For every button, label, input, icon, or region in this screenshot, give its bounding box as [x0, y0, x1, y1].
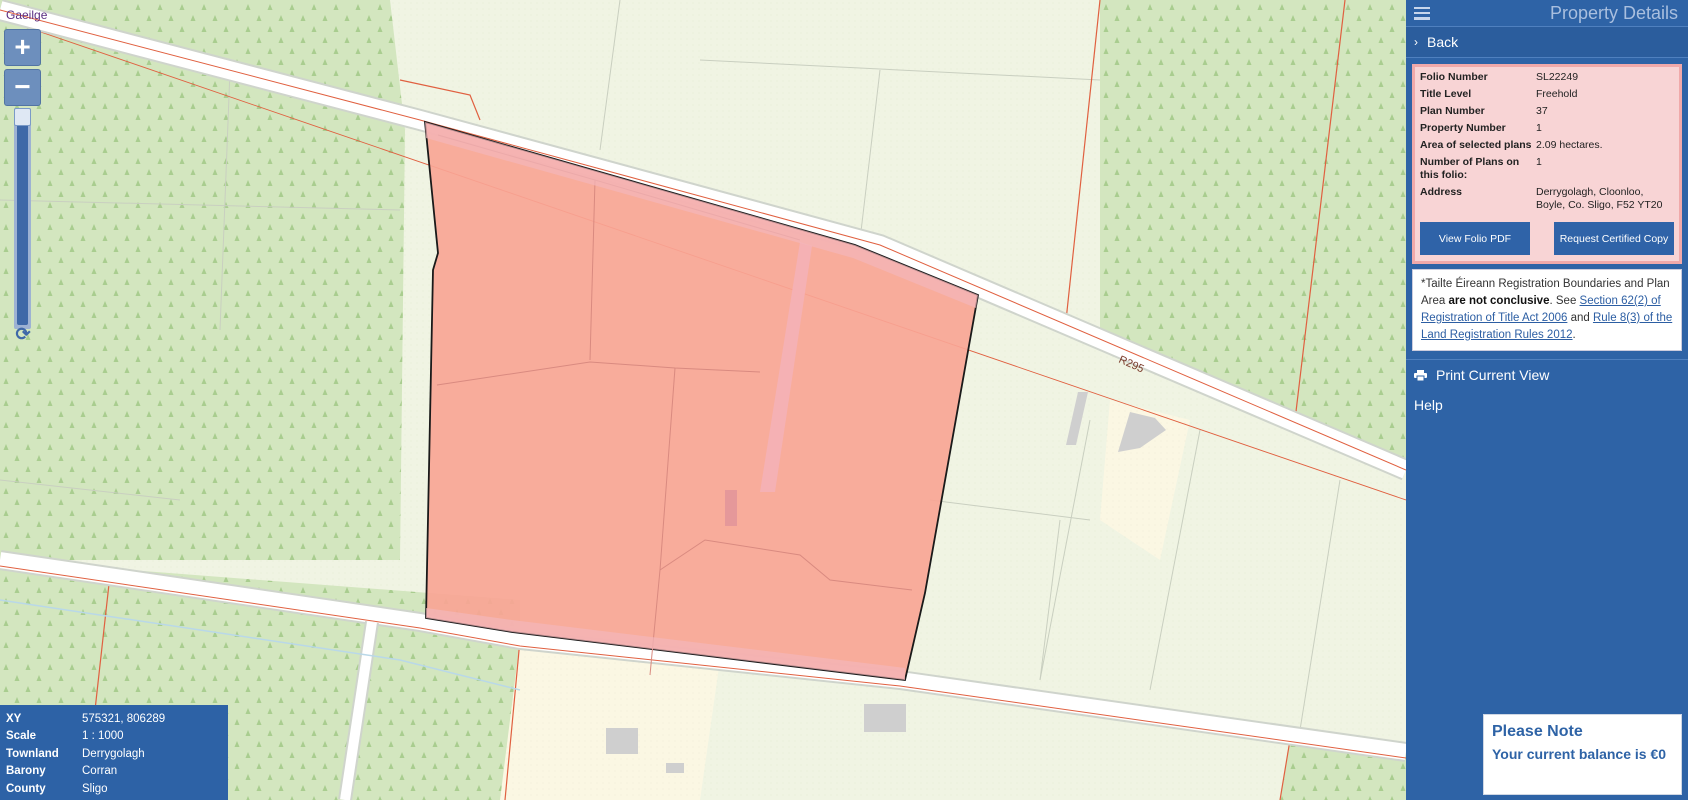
zoom-slider-track: [17, 112, 28, 325]
detail-key: Address: [1420, 186, 1463, 198]
info-row-townland: Townland Derrygolagh: [6, 745, 222, 763]
folio-details-card: Folio Number SL22249 Title Level Freehold …: [1412, 64, 1682, 264]
info-key: Barony: [6, 765, 46, 778]
detail-row: Address Derrygolagh, Cloonloo, Boyle, Co.…: [1420, 186, 1674, 212]
info-row-county: County Sligo: [6, 780, 222, 798]
zoom-control: + − ⟳: [4, 29, 41, 343]
zoom-slider[interactable]: [14, 108, 31, 329]
detail-key: Property Number: [1420, 122, 1506, 134]
detail-row: Property Number 1: [1420, 122, 1674, 135]
print-current-view-button[interactable]: Print Current View: [1406, 360, 1688, 390]
property-details-panel: Property Details › Back Folio Number SL22…: [1406, 0, 1688, 800]
detail-key: Folio Number: [1420, 71, 1488, 83]
detail-key: Title Level: [1420, 88, 1472, 100]
refresh-icon[interactable]: ⟳: [14, 325, 32, 343]
zoom-in-button[interactable]: +: [4, 29, 41, 66]
info-key: XY: [6, 712, 22, 725]
help-link[interactable]: Help: [1406, 390, 1688, 420]
coordinate-info-box: XY 575321, 806289 Scale 1 : 1000 Townland D…: [0, 705, 228, 800]
info-value: Sligo: [82, 782, 108, 795]
info-key: Townland: [6, 747, 59, 760]
help-label: Help: [1414, 397, 1443, 413]
info-value: Derrygolagh: [82, 747, 145, 760]
detail-value: 37: [1536, 105, 1548, 117]
info-row-scale: Scale 1 : 1000: [6, 728, 222, 746]
zoom-slider-handle[interactable]: [14, 108, 31, 126]
back-label: Back: [1427, 34, 1459, 50]
note-text: Your current balance is €0: [1492, 746, 1667, 762]
panel-header: Property Details: [1406, 0, 1688, 27]
detail-value: 1: [1536, 122, 1542, 134]
detail-key: Number of Plans on this folio:: [1420, 156, 1520, 181]
detail-key: Area of selected plans: [1420, 139, 1532, 151]
balance-note: Please Note Your current balance is €0: [1483, 714, 1682, 795]
info-row-xy: XY 575321, 806289: [6, 710, 222, 728]
panel-title: Property Details: [1549, 2, 1678, 23]
detail-value: 1: [1536, 156, 1542, 168]
info-row-barony: Barony Corran: [6, 763, 222, 781]
detail-value: Freehold: [1536, 88, 1578, 100]
detail-key: Plan Number: [1420, 105, 1485, 117]
info-value: 1 : 1000: [82, 730, 124, 743]
info-value: 575321, 806289: [82, 712, 166, 725]
disclaimer-text: and: [1567, 312, 1593, 324]
detail-row: Number of Plans on this folio: 1: [1420, 156, 1674, 182]
language-link[interactable]: Gaeilge: [6, 8, 47, 22]
card-buttons: View Folio PDF Request Certified Copy: [1420, 222, 1674, 255]
map-canvas[interactable]: R295: [0, 0, 1406, 800]
detail-row: Folio Number SL22249: [1420, 71, 1674, 84]
disclaimer-text: . See: [1549, 295, 1580, 307]
detail-row: Area of selected plans 2.09 hectares.: [1420, 139, 1674, 152]
print-label: Print Current View: [1436, 367, 1550, 383]
printer-icon: [1414, 369, 1427, 381]
info-key: County: [6, 782, 46, 795]
zoom-out-button[interactable]: −: [4, 69, 41, 106]
disclaimer-note: *Tailte Éireann Registration Boundaries …: [1412, 269, 1682, 351]
disclaimer-bold: are not conclusive: [1448, 295, 1550, 307]
detail-value: Derrygolagh, Cloonloo, Boyle, Co. Sligo,…: [1536, 186, 1663, 211]
hamburger-menu-icon[interactable]: [1414, 6, 1430, 20]
detail-row: Plan Number 37: [1420, 105, 1674, 118]
info-value: Corran: [82, 765, 118, 778]
note-title: Please Note: [1492, 723, 1583, 740]
chevron-right-icon: ›: [1414, 35, 1418, 49]
view-folio-pdf-button[interactable]: View Folio PDF: [1420, 222, 1530, 255]
back-button[interactable]: › Back: [1406, 27, 1688, 58]
map-viewport[interactable]: R295 Gaeilge + − ⟳ XY 575321, 806289 Scal…: [0, 0, 1406, 800]
detail-value: SL22249: [1536, 71, 1579, 83]
building-in-property: [725, 490, 737, 526]
forest-area-west: [0, 0, 405, 560]
request-certified-copy-button[interactable]: Request Certified Copy: [1554, 222, 1674, 255]
detail-row: Title Level Freehold: [1420, 88, 1674, 101]
disclaimer-text: .: [1572, 329, 1576, 341]
info-key: Scale: [6, 730, 37, 743]
detail-value: 2.09 hectares.: [1536, 139, 1603, 151]
